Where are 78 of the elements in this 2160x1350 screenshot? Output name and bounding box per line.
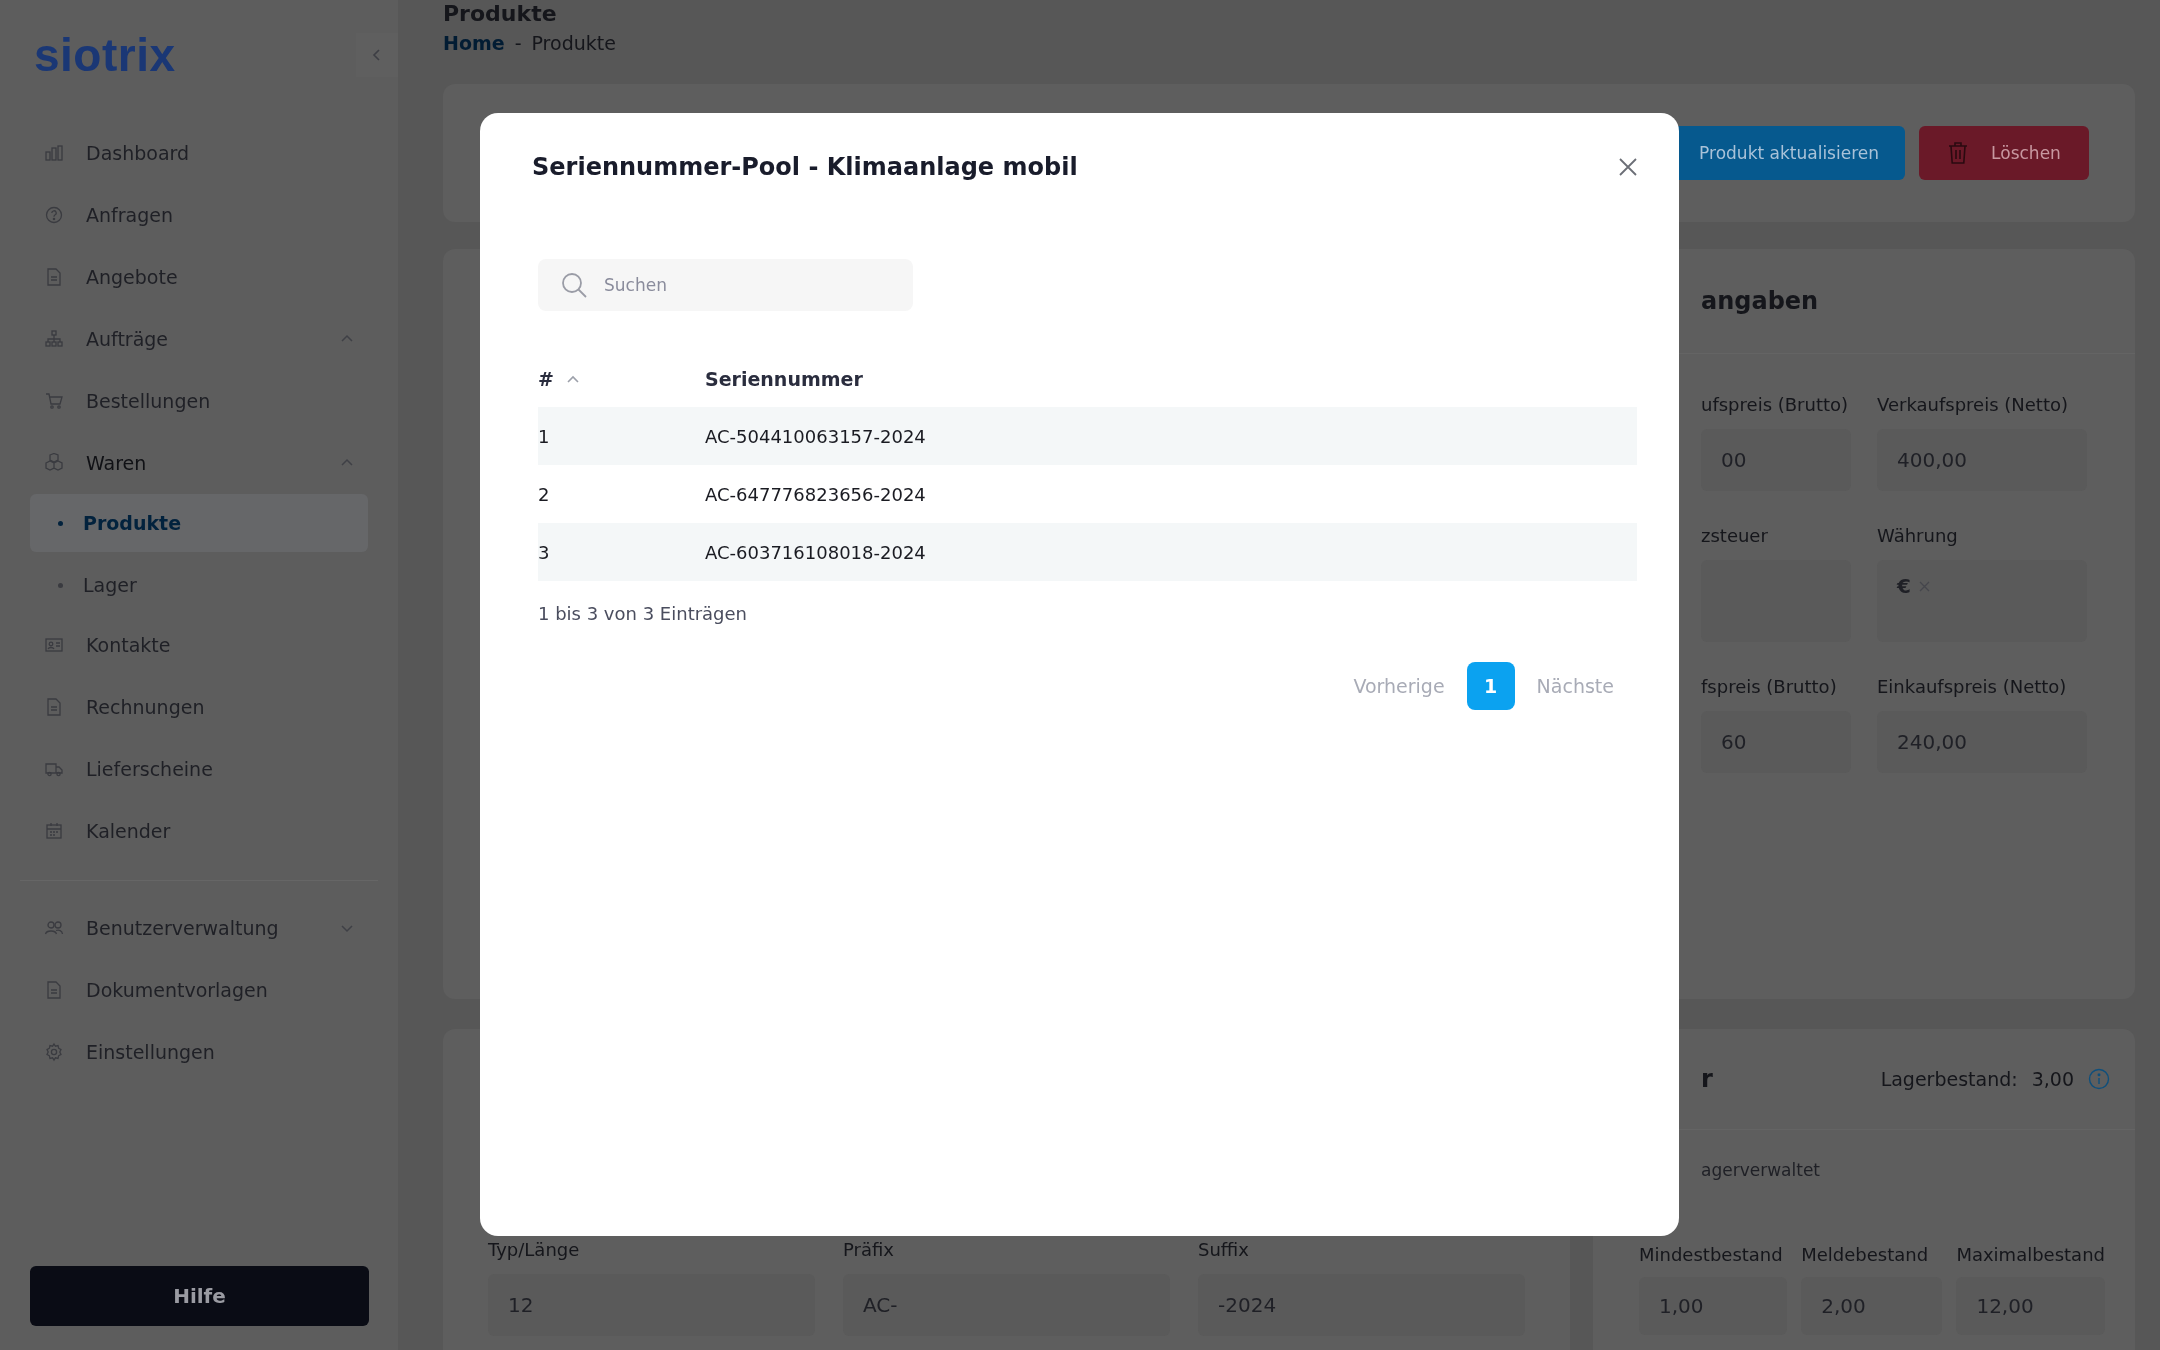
input-field[interactable]: 240,00 — [1877, 711, 2087, 773]
doc-icon — [44, 697, 64, 717]
table-cell-text: 2 — [538, 483, 551, 505]
input-field[interactable]: -2024 — [1198, 1274, 1525, 1336]
input-field[interactable]: € — [1877, 560, 2087, 642]
nav-item[interactable]: Benutzerverwaltung — [30, 897, 368, 959]
field-label: Suffix — [1198, 1239, 1250, 1260]
nav-item[interactable]: Dokumentvorlagen — [30, 959, 368, 1021]
input-field[interactable]: 60 — [1701, 711, 1851, 773]
card-title: r — [1701, 1065, 1713, 1093]
currency-tag: € — [1897, 574, 1930, 598]
nav-item[interactable]: Dashboard — [30, 122, 368, 184]
card-icon — [44, 635, 64, 655]
table-cell-text: 1 — [538, 425, 551, 447]
logo[interactable]: siotrix — [34, 28, 176, 82]
field-label: ufspreis (Brutto) — [1701, 394, 1850, 415]
input-field[interactable]: 2,00 — [1801, 1277, 1943, 1335]
modal-title: Seriennummer-Pool - Klimaanlage mobil — [532, 153, 1078, 181]
calendar-icon — [44, 821, 64, 841]
field-label: Mindestbestand — [1639, 1244, 1784, 1265]
input-field[interactable]: 12,00 — [1956, 1277, 2105, 1335]
nav-item[interactable]: Lieferscheine — [30, 738, 368, 800]
stock-value: 3,00 — [2031, 1068, 2074, 1090]
input-field[interactable]: AC- — [843, 1274, 1170, 1336]
field-label: Einkaufspreis (Netto) — [1877, 676, 2068, 697]
stock-label: Lagerbestand: — [1880, 1068, 2018, 1090]
chart-icon — [44, 143, 64, 163]
sort-up-icon — [565, 374, 580, 384]
delete-button[interactable]: Löschen — [1919, 126, 2089, 180]
table-cell: AC-647776823656-2024 — [705, 483, 926, 505]
page-button[interactable]: 1 — [1466, 662, 1515, 710]
table-cell: AC-603716108018-2024 — [705, 541, 926, 563]
card-title: angaben — [1701, 287, 1819, 315]
column-header[interactable]: # — [538, 368, 705, 390]
tree-icon — [44, 329, 64, 349]
search-field[interactable]: Suchen — [538, 259, 913, 311]
field-label: Währung — [1877, 525, 1959, 546]
nav-item[interactable]: Bestellungen — [30, 370, 368, 432]
nav-item[interactable]: Einstellungen — [30, 1021, 368, 1083]
nav-item[interactable]: Kontakte — [30, 614, 368, 676]
doc-icon — [44, 980, 64, 1000]
nav-item[interactable]: Kalender — [30, 800, 368, 862]
nav-subitem[interactable]: Produkte — [30, 494, 368, 552]
help-button[interactable]: Hilfe — [30, 1266, 369, 1326]
question-icon — [44, 205, 64, 225]
column-header[interactable]: Seriennummer — [705, 368, 863, 390]
input-field[interactable]: 00 — [1701, 429, 1851, 491]
input-field[interactable]: 12 — [488, 1274, 815, 1336]
cart-icon — [44, 391, 64, 411]
nav-item[interactable]: Rechnungen — [30, 676, 368, 738]
table-cell-text: 3 — [538, 541, 551, 563]
gear-icon — [44, 1042, 64, 1062]
breadcrumb-current: Produkte — [531, 32, 616, 54]
nav-item[interactable]: Angebote — [30, 246, 368, 308]
input-field[interactable]: 1,00 — [1639, 1277, 1788, 1335]
breadcrumb-link[interactable]: Home — [443, 32, 505, 54]
nav-item[interactable]: Anfragen — [30, 184, 368, 246]
boxes-icon — [44, 453, 64, 473]
note-text: agerverwaltet — [1700, 1159, 1821, 1180]
nav-item[interactable]: Waren — [30, 432, 368, 494]
page-title: Produkte — [443, 2, 558, 26]
field-label: Verkaufspreis (Netto) — [1877, 394, 2069, 415]
close-icon[interactable] — [1619, 158, 1637, 176]
field-label: Meldebestand — [1801, 1244, 1930, 1265]
trash-icon — [1947, 141, 1970, 165]
breadcrumb-separator: - — [514, 32, 522, 54]
table-info: 1 bis 3 von 3 Einträgen — [538, 603, 749, 624]
field-label: Typ/Länge — [488, 1239, 581, 1260]
input-field[interactable]: 400,00 — [1877, 429, 2087, 491]
table-cell: AC-504410063157-2024 — [705, 425, 926, 447]
doc-icon — [44, 267, 64, 287]
field-label: Präfix — [843, 1239, 895, 1260]
nav-subitem[interactable]: Lager — [30, 556, 368, 614]
field-label: Maximalbestand — [1956, 1244, 2105, 1265]
info-icon[interactable] — [2088, 1068, 2110, 1090]
nav-item[interactable]: Aufträge — [30, 308, 368, 370]
field-label: zsteuer — [1701, 525, 1769, 546]
field-label: fspreis (Brutto) — [1701, 676, 1838, 697]
